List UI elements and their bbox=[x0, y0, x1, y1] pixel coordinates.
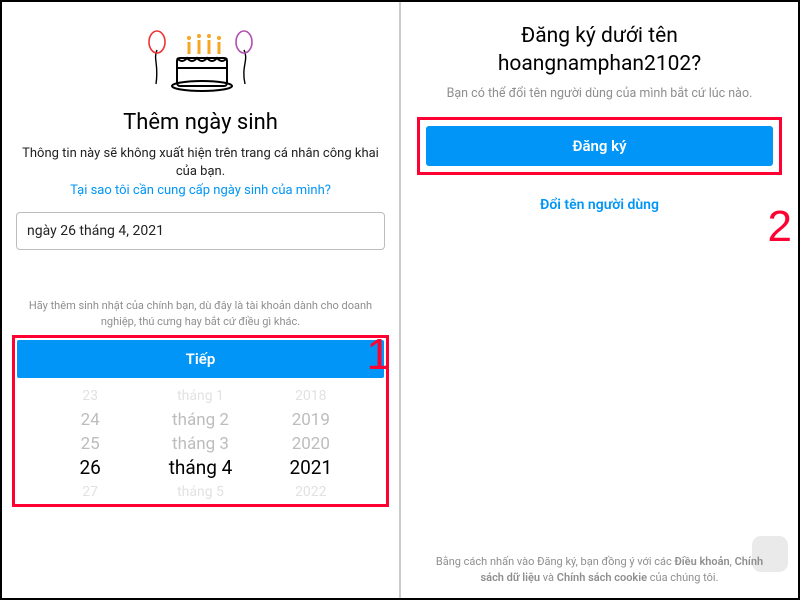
picker-option[interactable]: 2020 bbox=[292, 432, 330, 456]
picker-option[interactable]: 27 bbox=[82, 480, 98, 504]
step-number-1: 1 bbox=[367, 330, 391, 380]
page-title: Đăng ký dưới tên hoangnamphan2102? bbox=[421, 22, 778, 79]
date-picker[interactable]: 23 24 25 26 27 tháng 1 tháng 2 tháng 3 t… bbox=[17, 378, 384, 504]
picker-option[interactable]: 2019 bbox=[292, 408, 330, 432]
cake-icon bbox=[141, 14, 261, 98]
highlight-box-2: Đăng ký bbox=[417, 117, 782, 175]
terms-text: Bằng cách nhấn vào Đăng ký, bạn đồng ý v… bbox=[401, 554, 798, 586]
picker-option[interactable]: tháng 2 bbox=[172, 408, 229, 432]
screen-add-birthday: Thêm ngày sinh Thông tin này sẽ không xu… bbox=[2, 2, 400, 598]
picker-option[interactable]: tháng 5 bbox=[177, 480, 224, 504]
signup-button[interactable]: Đăng ký bbox=[426, 126, 773, 166]
picker-option[interactable]: 23 bbox=[82, 384, 98, 408]
page-title: Thêm ngày sinh bbox=[2, 110, 399, 135]
picker-option[interactable]: 24 bbox=[81, 408, 100, 432]
why-birthday-link[interactable]: Tại sao tôi cần cung cấp ngày sinh của m… bbox=[2, 183, 399, 198]
step-number-2: 2 bbox=[768, 202, 792, 252]
picker-option[interactable]: 2022 bbox=[295, 480, 326, 504]
cookie-policy-link[interactable]: Chính sách cookie bbox=[557, 571, 647, 584]
picker-day-column[interactable]: 23 24 25 26 27 bbox=[36, 384, 145, 504]
picker-option[interactable]: tháng 1 bbox=[177, 384, 224, 408]
highlight-box-1: Tiếp 23 24 25 26 27 tháng 1 tháng 2 thán… bbox=[12, 335, 389, 507]
picker-option[interactable]: 25 bbox=[81, 432, 100, 456]
page-subtitle: Thông tin này sẽ không xuất hiện trên tr… bbox=[18, 145, 383, 181]
helper-text: Hãy thêm sinh nhật của chính bạn, dù đây… bbox=[20, 298, 381, 329]
title-line-2-username: hoangnamphan2102? bbox=[498, 52, 701, 76]
next-button[interactable]: Tiếp bbox=[17, 340, 384, 378]
birthday-input[interactable]: ngày 26 tháng 4, 2021 bbox=[16, 212, 385, 250]
page-subtitle: Bạn có thể đổi tên người dùng của mình b… bbox=[431, 85, 768, 103]
terms-link[interactable]: Điều khoản bbox=[674, 555, 729, 568]
change-username-link[interactable]: Đổi tên người dùng bbox=[401, 197, 798, 213]
screen-confirm-username: Đăng ký dưới tên hoangnamphan2102? Bạn c… bbox=[400, 2, 798, 598]
picker-month-column[interactable]: tháng 1 tháng 2 tháng 3 tháng 4 tháng 5 bbox=[146, 384, 255, 504]
birthday-illustration bbox=[2, 2, 399, 102]
picker-selected[interactable]: tháng 4 bbox=[169, 456, 233, 480]
picker-option[interactable]: 2018 bbox=[295, 384, 326, 408]
picker-option[interactable]: tháng 3 bbox=[172, 432, 229, 456]
picker-selected[interactable]: 26 bbox=[79, 456, 100, 480]
title-line-1: Đăng ký dưới tên bbox=[521, 24, 678, 48]
picker-year-column[interactable]: 2018 2019 2020 2021 2022 bbox=[256, 384, 365, 504]
picker-selected[interactable]: 2021 bbox=[289, 456, 332, 480]
